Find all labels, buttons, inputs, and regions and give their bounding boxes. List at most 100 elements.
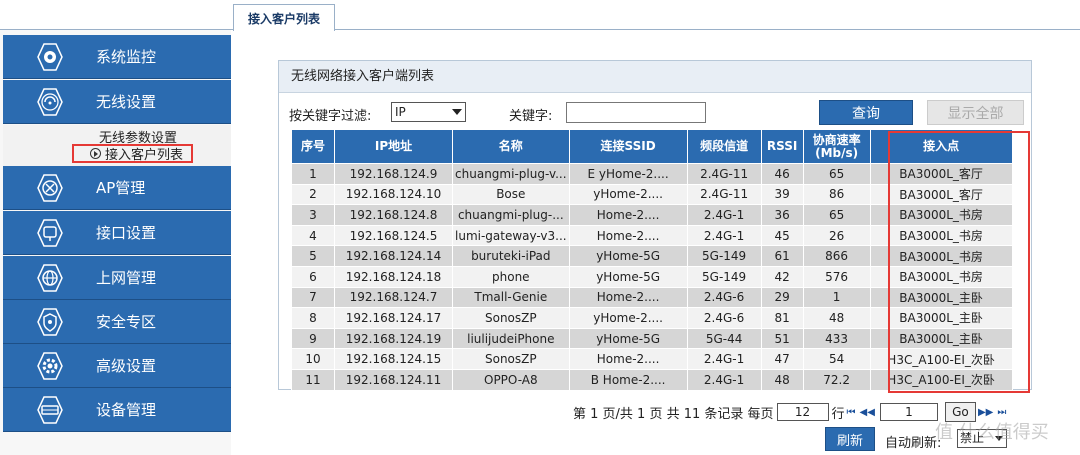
header-index[interactable]: 序号 xyxy=(291,129,335,164)
header-band-channel[interactable]: 频段信道 xyxy=(686,129,762,164)
sidebar-item-internet-manage[interactable]: 上网管理 xyxy=(3,256,231,300)
last-page-icon[interactable]: ⏭ xyxy=(997,407,1006,418)
table-row[interactable]: 6 192.168.124.18 phone yHome-5G 5G-149 42 576… xyxy=(291,265,1013,288)
sidebar-item-device-manage[interactable]: 设备管理 xyxy=(3,388,231,432)
cell-ip: 192.168.124.8 xyxy=(334,204,453,226)
pager-summary: 第 1 页/共 1 页 共 11 条记录 每页 xyxy=(573,406,774,422)
watermark: 值 什么值得买 xyxy=(935,422,1049,443)
cell-ip: 192.168.124.15 xyxy=(334,348,453,370)
header-name[interactable]: 名称 xyxy=(452,129,570,164)
tab-client-list[interactable]: 接入客户列表 xyxy=(233,4,335,31)
prev-page-icon[interactable]: ◀◀ xyxy=(860,407,875,418)
cell-name: chuangmi-plug-... xyxy=(452,204,570,226)
first-page-icon[interactable]: ⏮ xyxy=(847,407,856,418)
per-page-input[interactable]: 12 xyxy=(776,403,829,421)
submenu-item-client-list[interactable]: 接入客户列表 xyxy=(72,144,193,163)
cell-rate: 1 xyxy=(802,286,871,309)
cell-band-channel: 2.4G-11 xyxy=(686,163,762,185)
device-icon xyxy=(37,396,63,424)
cell-ssid: yHome-2.... xyxy=(568,307,688,329)
table-row[interactable]: 4 192.168.124.5 lumi-gateway-v3... Home-2.… xyxy=(291,224,1013,247)
next-page-icon[interactable]: ▶▶ xyxy=(978,407,993,418)
table-row[interactable]: 9 192.168.124.19 liulijudeiPhone yHome-5G 5… xyxy=(291,327,1013,350)
keyword-input[interactable] xyxy=(566,102,706,123)
cell-rate: 26 xyxy=(802,224,871,247)
cell-ip: 192.168.124.19 xyxy=(334,327,453,350)
sidebar-item-wireless[interactable]: 无线设置 xyxy=(3,80,231,124)
port-icon xyxy=(37,219,63,247)
arrow-circle-icon xyxy=(90,148,101,159)
cell-ip: 192.168.124.17 xyxy=(334,307,453,329)
sidebar-item-label: 接口设置 xyxy=(96,224,157,242)
cell-name: lumi-gateway-v3... xyxy=(452,224,570,247)
cell-rate: 48 xyxy=(802,307,871,329)
cell-index: 1 xyxy=(291,163,335,185)
cell-ssid: B Home-2.... xyxy=(568,368,688,391)
table-row[interactable]: 5 192.168.124.14 buruteki-iPad yHome-5G 5G-… xyxy=(291,245,1013,267)
header-rssi[interactable]: RSSI xyxy=(760,129,804,164)
sidebar-item-label: 高级设置 xyxy=(96,357,157,375)
cell-access-point: BA3000L_书房 xyxy=(869,204,1013,226)
cell-rate: 72.2 xyxy=(802,368,871,391)
globe-icon xyxy=(37,264,63,292)
table-row[interactable]: 2 192.168.124.10 Bose yHome-2.... 2.4G-11 39… xyxy=(291,183,1013,206)
cell-ssid: yHome-5G xyxy=(568,327,688,350)
cell-index: 7 xyxy=(291,286,335,309)
sidebar-item-advanced[interactable]: 高级设置 xyxy=(3,344,231,388)
sidebar-item-ap-manage[interactable]: AP管理 xyxy=(3,166,231,210)
cell-rssi: 51 xyxy=(760,327,804,350)
submenu-item-label: 接入客户列表 xyxy=(105,148,184,163)
query-button[interactable]: 查询 xyxy=(819,100,913,125)
cell-ssid: yHome-5G xyxy=(568,245,688,267)
table-row[interactable]: 8 192.168.124.17 SonosZP yHome-2.... 2.4G-6… xyxy=(291,307,1013,329)
cell-rate: 65 xyxy=(802,204,871,226)
show-all-button[interactable]: 显示全部 xyxy=(927,100,1024,125)
settings-icon xyxy=(37,352,63,380)
cell-index: 5 xyxy=(291,245,335,267)
sidebar-item-system-monitor[interactable]: 系统监控 xyxy=(3,35,231,79)
filter-select-value: IP xyxy=(395,105,406,119)
cell-name: SonosZP xyxy=(452,348,570,370)
keyword-label: 关键字: xyxy=(509,109,553,124)
header-access-point[interactable]: 接入点 xyxy=(869,129,1013,164)
table-row[interactable]: 10 192.168.124.15 SonosZP Home-2.... 2.4G-1… xyxy=(291,348,1013,370)
cell-ip: 192.168.124.18 xyxy=(334,265,453,288)
cell-rate: 65 xyxy=(802,163,871,185)
table-row[interactable]: 1 192.168.124.9 chuangmi-plug-v... E yHome-… xyxy=(291,163,1013,185)
cell-access-point: BA3000L_主卧 xyxy=(869,286,1013,309)
cell-band-channel: 2.4G-1 xyxy=(686,224,762,247)
cell-band-channel: 5G-149 xyxy=(686,265,762,288)
cell-ip: 192.168.124.11 xyxy=(334,368,453,391)
sidebar-item-label: 安全专区 xyxy=(96,313,157,331)
table-row[interactable]: 3 192.168.124.8 chuangmi-plug-... Home-2..… xyxy=(291,204,1013,226)
ap-icon xyxy=(37,174,63,202)
table-row[interactable]: 7 192.168.124.7 Tmall-Genie Home-2.... 2.4G… xyxy=(291,286,1013,309)
cell-rssi: 45 xyxy=(760,224,804,247)
sidebar-item-port-settings[interactable]: 接口设置 xyxy=(3,211,231,255)
pager-row-label: 行 xyxy=(831,406,845,422)
cell-index: 9 xyxy=(291,327,335,350)
cell-ssid: yHome-5G xyxy=(568,265,688,288)
cell-band-channel: 2.4G-6 xyxy=(686,286,762,309)
sort-arrow-icon[interactable]: ↓ xyxy=(1012,133,1019,142)
cell-name: SonosZP xyxy=(452,307,570,329)
cell-name: liulijudeiPhone xyxy=(452,327,570,350)
sidebar-item-label: AP管理 xyxy=(96,179,146,197)
header-rate[interactable]: 协商速率 (Mb/s) xyxy=(802,129,871,164)
gear-monitor-icon xyxy=(37,43,63,71)
header-ssid[interactable]: 连接SSID xyxy=(568,129,688,164)
cell-access-point: BA3000L_客厅 xyxy=(869,163,1013,185)
wifi-icon xyxy=(37,88,63,116)
sidebar-item-security[interactable]: 安全专区 xyxy=(3,300,231,344)
cell-name: OPPO-A8 xyxy=(452,368,570,391)
table-row[interactable]: 11 192.168.124.11 OPPO-A8 B Home-2.... 2.4G-… xyxy=(291,368,1013,391)
cell-access-point: H3C_A100-EI_次卧 xyxy=(869,348,1013,370)
refresh-button[interactable]: 刷新 xyxy=(825,427,875,451)
cell-rate: 54 xyxy=(802,348,871,370)
filter-field-select[interactable]: IP xyxy=(391,102,466,122)
cell-ssid: E yHome-2.... xyxy=(568,163,688,185)
header-ip[interactable]: IP地址 xyxy=(334,129,453,164)
page-number-input[interactable]: 1 xyxy=(879,403,938,421)
cell-band-channel: 5G-149 xyxy=(686,245,762,267)
cell-rate: 866 xyxy=(802,245,871,267)
